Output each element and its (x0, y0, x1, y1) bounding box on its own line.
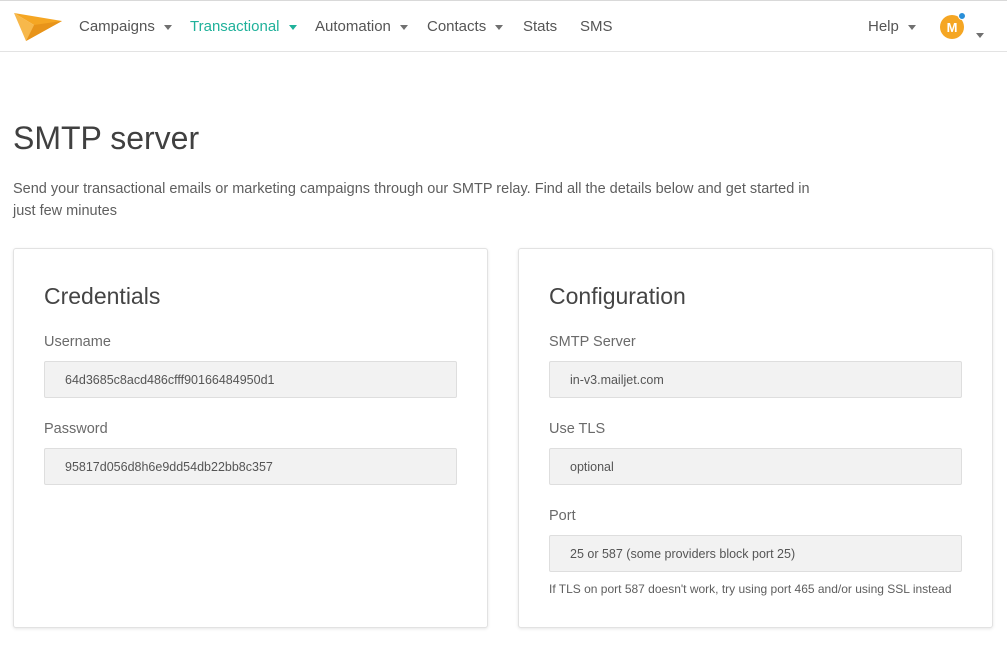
nav-item-label: SMS (580, 17, 613, 35)
chevron-down-icon (976, 33, 984, 38)
page-title: SMTP server (13, 120, 200, 156)
notification-dot (958, 12, 966, 20)
avatar-initial: M (946, 19, 958, 35)
port-field[interactable] (549, 535, 962, 572)
port-hint: If TLS on port 587 doesn't work, try usi… (549, 582, 952, 596)
nav-item-label: Campaigns (79, 17, 155, 35)
help-menu[interactable]: Help (868, 1, 916, 51)
chevron-down-icon (495, 24, 504, 30)
username-field[interactable] (44, 361, 457, 398)
nav-item-campaigns[interactable]: Campaigns (79, 1, 172, 51)
smtp-server-label: SMTP Server (549, 334, 636, 350)
chevron-down-icon (163, 24, 172, 30)
nav-item-stats[interactable]: Stats (523, 1, 557, 51)
page-description: Send your transactional emails or market… (13, 181, 810, 219)
configuration-title: Configuration (549, 283, 686, 309)
nav-item-contacts[interactable]: Contacts (427, 1, 504, 51)
nav-item-label: Contacts (427, 17, 487, 35)
port-label: Port (549, 508, 576, 524)
configuration-card: Configuration SMTP Server Use TLS Port I… (518, 248, 993, 628)
tls-field[interactable] (549, 448, 962, 485)
tls-label: Use TLS (549, 421, 606, 437)
password-field[interactable] (44, 448, 457, 485)
password-label: Password (44, 421, 108, 437)
smtp-server-field[interactable] (549, 361, 962, 398)
nav-item-label: Automation (315, 17, 391, 35)
top-navigation-bar: Campaigns Transactional Automation Conta… (0, 0, 1007, 52)
nav-item-label: Stats (523, 17, 558, 35)
credentials-card: Credentials Username Password (13, 248, 488, 628)
nav-item-sms[interactable]: SMS (580, 1, 613, 51)
paper-plane-icon[interactable] (14, 13, 62, 41)
chevron-down-icon (907, 24, 916, 30)
help-label: Help (868, 17, 899, 35)
account-menu-toggle[interactable] (976, 24, 984, 42)
nav-item-label: Transactional (190, 17, 280, 35)
nav-item-transactional[interactable]: Transactional (190, 1, 297, 51)
chevron-down-icon (288, 24, 297, 30)
credentials-title: Credentials (44, 283, 161, 309)
username-label: Username (44, 334, 111, 350)
nav-item-automation[interactable]: Automation (315, 1, 408, 51)
chevron-down-icon (399, 24, 408, 30)
